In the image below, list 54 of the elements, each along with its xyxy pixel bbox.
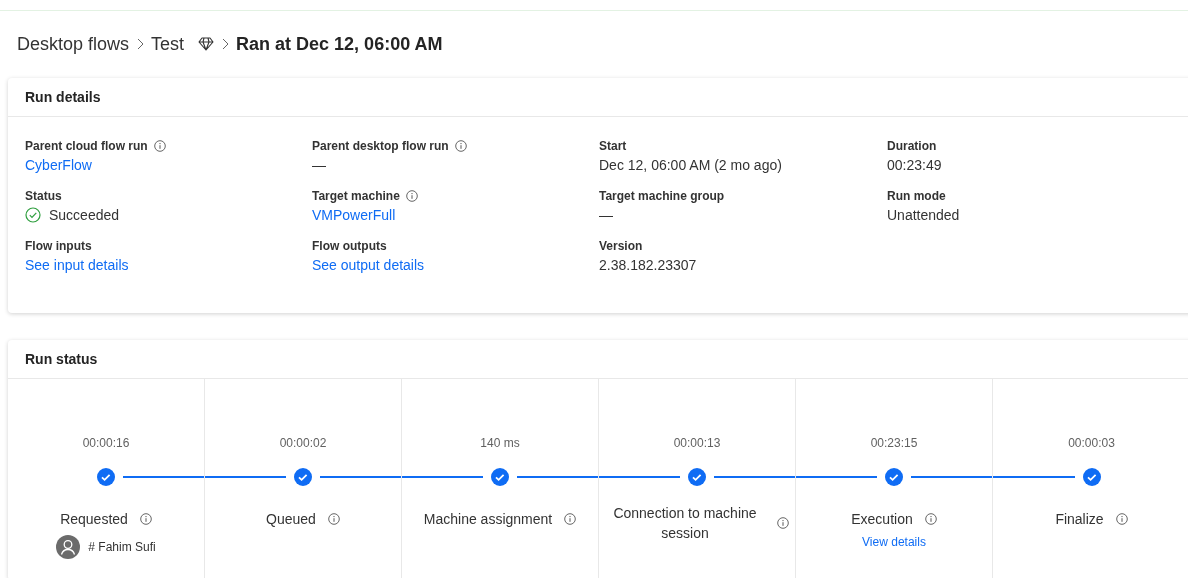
stage-duration: 00:00:13: [673, 436, 721, 450]
card-title: Run details: [25, 89, 101, 105]
info-icon[interactable]: [327, 513, 340, 525]
info-icon[interactable]: [1115, 513, 1128, 525]
stage-duration: 00:00:16: [82, 436, 130, 450]
chevron-icon: [136, 38, 145, 50]
breadcrumb-link[interactable]: Desktop flows: [17, 33, 130, 55]
stage-label: Connection to machine session: [612, 504, 758, 543]
field-label: Parent desktop flow run: [312, 139, 449, 153]
avatar-icon: [56, 535, 81, 559]
view-details-link[interactable]: View details: [862, 535, 926, 549]
stage-duration: 140 ms: [480, 436, 520, 450]
stage-label: Execution: [851, 510, 913, 529]
field-label: Parent cloud flow run: [25, 139, 148, 153]
stage-label: Finalize: [1055, 510, 1104, 529]
field-value: Succeeded: [49, 207, 120, 223]
value-link[interactable]: CyberFlow: [25, 157, 92, 173]
value-link[interactable]: See input details: [25, 257, 129, 273]
field-label: Flow inputs: [25, 239, 92, 253]
stage-duration: 00:00:02: [279, 436, 327, 450]
field-value: 00:23:49: [887, 157, 942, 173]
field-value: —: [599, 207, 613, 223]
info-icon[interactable]: [777, 517, 789, 529]
info-icon[interactable]: [564, 513, 577, 525]
info-icon[interactable]: [153, 140, 166, 152]
field-value: Unattended: [887, 207, 960, 223]
field-value: 2.38.182.23307: [599, 257, 697, 273]
field-label: Flow outputs: [312, 239, 387, 253]
chevron-icon: [221, 38, 230, 50]
stage-label: Queued: [266, 510, 316, 529]
field-label: Version: [599, 239, 643, 253]
info-icon[interactable]: [139, 513, 152, 525]
field-label: Target machine group: [599, 189, 725, 203]
field-label: Status: [25, 189, 62, 203]
field-value: —: [312, 157, 326, 173]
field-value: Dec 12, 06:00 AM (2 mo ago): [599, 157, 782, 173]
user-name: # Fahim Sufi: [88, 540, 156, 554]
info-icon[interactable]: [405, 190, 418, 202]
stage-duration: 00:23:15: [870, 436, 918, 450]
value-link[interactable]: VMPowerFull: [312, 207, 396, 223]
field-label: Run mode: [887, 189, 946, 203]
breadcrumb-link[interactable]: Test: [151, 33, 185, 55]
field-label: Start: [599, 139, 627, 153]
field-label: Duration: [887, 139, 937, 153]
stage-label: Machine assignment: [423, 510, 553, 529]
diamond-icon: [198, 37, 215, 51]
info-icon[interactable]: [454, 140, 467, 152]
field-label: Target machine: [312, 189, 400, 203]
stage-label: Requested: [60, 510, 128, 529]
card-title: Run status: [25, 351, 98, 367]
info-icon[interactable]: [924, 513, 937, 525]
page-title: Ran at Dec 12, 06:00 AM: [236, 33, 443, 55]
value-link[interactable]: See output details: [312, 257, 425, 273]
stage-duration: 00:00:03: [1068, 436, 1115, 450]
